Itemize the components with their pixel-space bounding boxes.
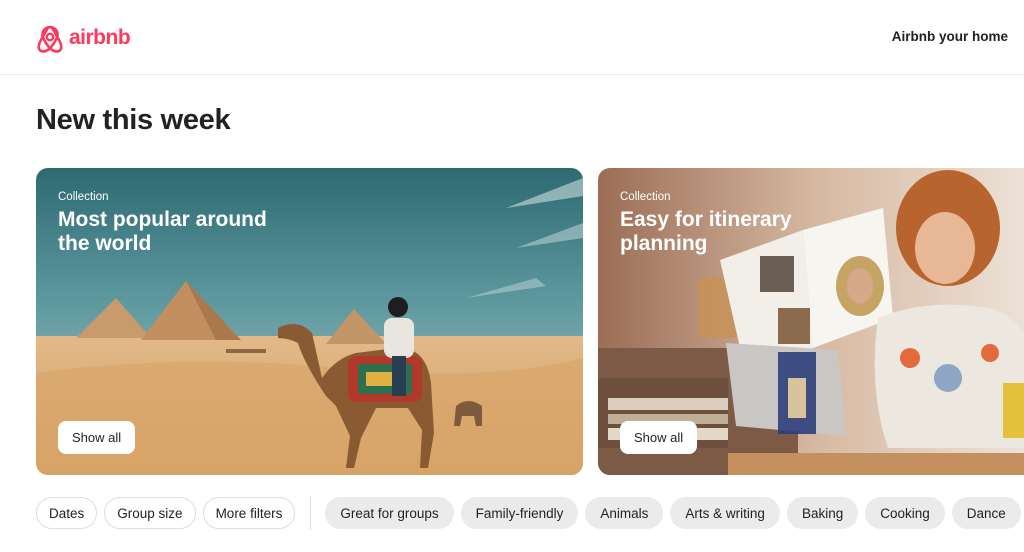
card-title: Easy for itinerary planning xyxy=(620,208,792,255)
category-baking[interactable]: Baking xyxy=(786,497,859,529)
category-arts-writing[interactable]: Arts & writing xyxy=(670,497,780,529)
airbnb-your-home-link[interactable]: Airbnb your home xyxy=(892,29,1008,44)
category-dance[interactable]: Dance xyxy=(951,497,1021,529)
airbnb-logo[interactable]: airbnb xyxy=(35,22,131,54)
top-header: airbnb Airbnb your home xyxy=(0,0,1024,75)
show-all-button[interactable]: Show all xyxy=(620,421,698,454)
more-filters-button[interactable]: More filters xyxy=(202,497,296,529)
category-cooking[interactable]: Cooking xyxy=(865,497,945,529)
card-kicker: Collection xyxy=(620,191,671,203)
dates-filter-button[interactable]: Dates xyxy=(36,497,98,529)
category-great-for-groups[interactable]: Great for groups xyxy=(325,497,454,529)
logo-wordmark: airbnb xyxy=(69,26,131,49)
card-kicker: Collection xyxy=(58,191,109,203)
filter-divider xyxy=(310,496,312,530)
airbnb-belo-icon xyxy=(37,25,63,53)
card-title: Most popular around the world xyxy=(58,208,267,255)
category-animals[interactable]: Animals xyxy=(585,497,664,529)
show-all-button[interactable]: Show all xyxy=(58,421,136,454)
filters-bar: Dates Group size More filters Great for … xyxy=(36,496,1024,530)
collection-card-itinerary[interactable]: Collection Easy for itinerary planning S… xyxy=(598,168,1024,475)
collection-card-popular[interactable]: Collection Most popular around the world… xyxy=(36,168,583,475)
category-family-friendly[interactable]: Family-friendly xyxy=(460,497,579,529)
group-size-filter-button[interactable]: Group size xyxy=(104,497,196,529)
page-title: New this week xyxy=(36,104,231,136)
